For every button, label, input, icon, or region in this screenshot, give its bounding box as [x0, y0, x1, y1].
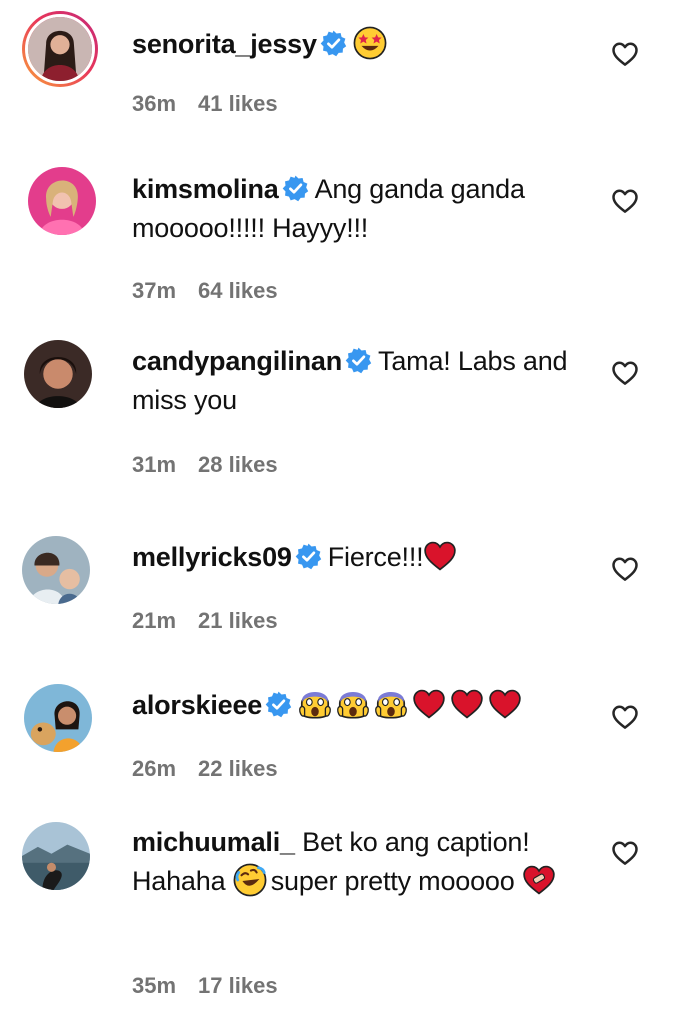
comment-body: candypangilinan Tama! Labs and miss you 3… [132, 342, 592, 477]
verified-badge-icon [282, 175, 309, 202]
red-heart-emoji [488, 687, 522, 721]
comment-likes[interactable]: 22 likes [198, 756, 278, 781]
avatar[interactable] [24, 684, 92, 752]
comment-meta: 31m 28 likes [132, 452, 278, 478]
comment-text-line: michuumali_ Bet ko ang caption! Hahaha s… [132, 823, 592, 901]
red-heart-emoji [450, 687, 484, 721]
username[interactable]: senorita_jessy [132, 29, 317, 59]
avatar[interactable] [22, 536, 90, 604]
comment-meta: 21m 21 likes [132, 608, 278, 634]
avatar[interactable] [22, 822, 90, 890]
star-struck-emoji [353, 26, 387, 60]
screaming-face-emoji [374, 687, 408, 721]
comment-likes[interactable]: 41 likes [198, 91, 278, 116]
comment-time: 35m [132, 973, 177, 998]
comment-body: alorskieee 26m 22 likes [132, 686, 592, 781]
red-heart-emoji [412, 687, 446, 721]
comment-time: 21m [132, 608, 177, 633]
comment-time: 36m [132, 91, 177, 116]
verified-badge-icon [345, 347, 372, 374]
comment-likes[interactable]: 28 likes [198, 452, 278, 477]
comment-text-line: mellyricks09 Fierce!!! [132, 538, 592, 577]
like-heart-icon[interactable] [610, 554, 640, 584]
comment-body: kimsmolina Ang ganda ganda mooooo!!!!! Ha… [132, 170, 592, 303]
like-heart-icon[interactable] [610, 838, 640, 868]
like-heart-icon[interactable] [610, 39, 640, 69]
comment-text-line: alorskieee [132, 686, 592, 725]
username[interactable]: kimsmolina [132, 174, 279, 204]
avatar[interactable] [24, 340, 92, 408]
like-heart-icon[interactable] [610, 358, 640, 388]
avatar[interactable] [22, 11, 98, 87]
username[interactable]: alorskieee [132, 690, 262, 720]
username[interactable]: candypangilinan [132, 346, 342, 376]
username[interactable]: michuumali_ [132, 827, 295, 857]
comment-meta: 35m 17 likes [132, 973, 278, 999]
avatar[interactable] [28, 167, 96, 235]
comment-time: 31m [132, 452, 177, 477]
screaming-face-emoji [298, 687, 332, 721]
comment-text: Fierce!!! [327, 542, 424, 572]
comment-likes[interactable]: 17 likes [198, 973, 278, 998]
comment-meta: 37m 64 likes [132, 278, 278, 304]
comment-meta: 36m 41 likes [132, 91, 278, 117]
verified-badge-icon [295, 543, 322, 570]
comment-meta: 26m 22 likes [132, 756, 278, 782]
red-heart-emoji [423, 539, 457, 573]
comment-text-line: candypangilinan Tama! Labs and miss you [132, 342, 592, 420]
comment-time: 37m [132, 278, 177, 303]
comment-likes[interactable]: 21 likes [198, 608, 278, 633]
comment-time: 26m [132, 756, 177, 781]
comment-likes[interactable]: 64 likes [198, 278, 278, 303]
comment-text: super pretty mooooo [270, 866, 515, 896]
username[interactable]: mellyricks09 [132, 542, 292, 572]
verified-badge-icon [265, 691, 292, 718]
verified-badge-icon [320, 30, 347, 57]
like-heart-icon[interactable] [610, 702, 640, 732]
rolling-laughing-emoji [233, 863, 267, 897]
comment-text-line: senorita_jessy [132, 25, 592, 64]
like-heart-icon[interactable] [610, 186, 640, 216]
comment-body: mellyricks09 Fierce!!! 21m 21 likes [132, 538, 592, 633]
comment-body: senorita_jessy 36m 41 likes [132, 25, 592, 116]
mending-heart-emoji [522, 863, 556, 897]
comment-text-line: kimsmolina Ang ganda ganda mooooo!!!!! Ha… [132, 170, 592, 248]
screaming-face-emoji [336, 687, 370, 721]
comment-body: michuumali_ Bet ko ang caption! Hahaha s… [132, 823, 592, 998]
